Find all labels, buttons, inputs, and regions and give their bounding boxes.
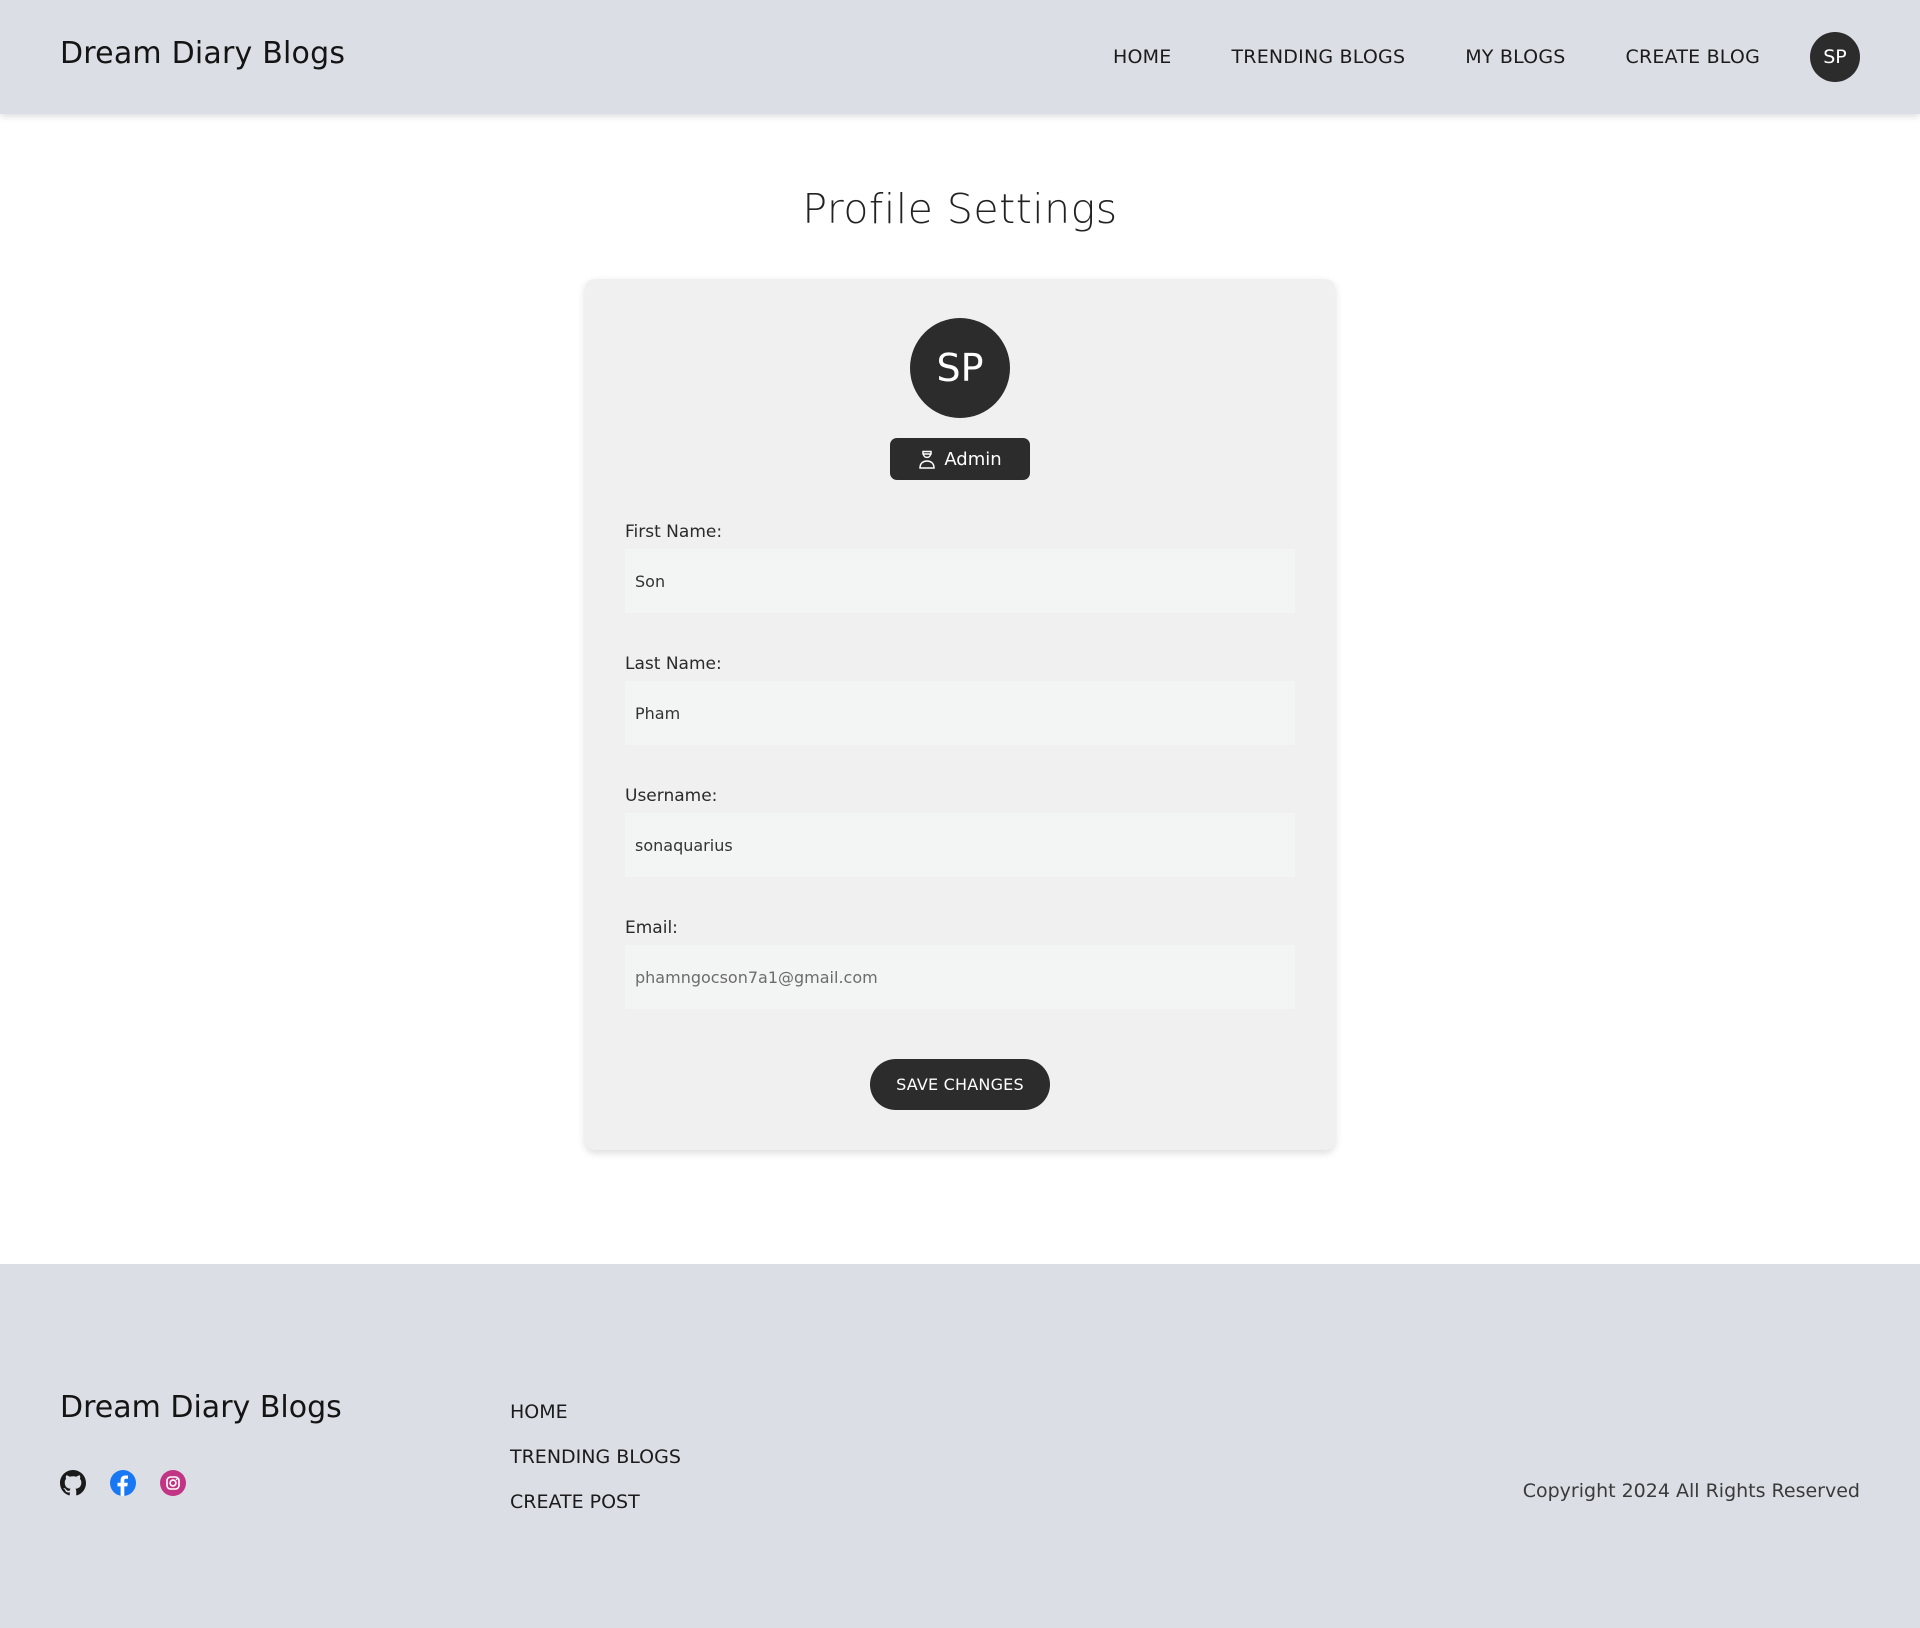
main-nav: HOME TRENDING BLOGS MY BLOGS CREATE BLOG… <box>1113 0 1860 114</box>
first-name-label: First Name: <box>625 522 723 542</box>
email-label: Email: <box>625 918 678 938</box>
top-navbar: Dream Diary Blogs HOME TRENDING BLOGS MY… <box>0 0 1920 114</box>
username-field[interactable] <box>625 813 1295 877</box>
first-name-field[interactable] <box>625 549 1295 613</box>
footer-links: HOME TRENDING BLOGS CREATE POST <box>510 1390 681 1525</box>
site-logo-text[interactable]: Dream Diary Blogs <box>60 36 345 71</box>
footer-link-trending-blogs[interactable]: TRENDING BLOGS <box>510 1435 681 1480</box>
role-label: Admin <box>944 448 1002 470</box>
last-name-field[interactable] <box>625 681 1295 745</box>
save-changes-button[interactable]: SAVE CHANGES <box>870 1059 1050 1110</box>
admin-user-icon <box>918 449 936 469</box>
footer-logo-text: Dream Diary Blogs <box>60 1390 342 1425</box>
instagram-icon[interactable] <box>160 1470 186 1496</box>
profile-avatar: SP <box>910 318 1010 418</box>
social-links <box>60 1470 186 1496</box>
nav-trending-blogs[interactable]: TRENDING BLOGS <box>1231 46 1405 68</box>
user-avatar[interactable]: SP <box>1810 32 1860 82</box>
username-label: Username: <box>625 786 718 806</box>
github-icon[interactable] <box>60 1470 86 1496</box>
page-title: Profile Settings <box>802 185 1118 233</box>
profile-settings-card: SP Admin First Name: Last Name: Username… <box>585 279 1335 1150</box>
footer: Dream Diary Blogs HOME TRENDING BLOGS CR… <box>0 1264 1920 1628</box>
nav-my-blogs[interactable]: MY BLOGS <box>1465 46 1565 68</box>
copyright-text: Copyright 2024 All Rights Reserved <box>1522 1480 1860 1502</box>
nav-create-blog[interactable]: CREATE BLOG <box>1626 46 1760 68</box>
nav-home[interactable]: HOME <box>1113 46 1171 68</box>
last-name-label: Last Name: <box>625 654 722 674</box>
facebook-icon[interactable] <box>110 1470 136 1496</box>
role-badge: Admin <box>890 438 1030 480</box>
email-field <box>625 945 1295 1009</box>
footer-link-home[interactable]: HOME <box>510 1390 681 1435</box>
footer-link-create-post[interactable]: CREATE POST <box>510 1480 681 1525</box>
